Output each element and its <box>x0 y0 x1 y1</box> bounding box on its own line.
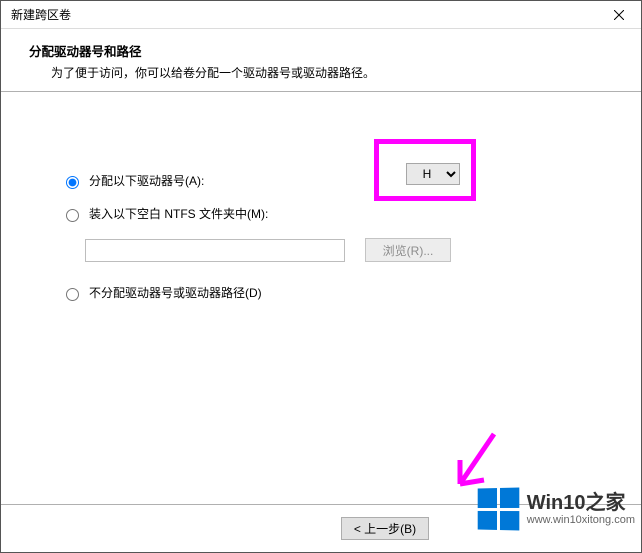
option-assign-text: 分配以下驱动器号(A): <box>89 172 204 189</box>
close-icon <box>614 10 624 20</box>
browse-button[interactable]: 浏览(R)... <box>365 238 451 262</box>
option-assign-row: 分配以下驱动器号(A): <box>61 172 601 189</box>
window-title: 新建跨区卷 <box>11 6 71 23</box>
header-subtitle: 为了便于访问，你可以给卷分配一个驱动器号或驱动器路径。 <box>51 64 621 81</box>
option-mount-radio[interactable] <box>66 209 79 222</box>
option-mount-row: 装入以下空白 NTFS 文件夹中(M): <box>61 205 601 222</box>
option-none-radio[interactable] <box>66 288 79 301</box>
mount-path-row: 浏览(R)... <box>85 238 601 262</box>
mount-path-input[interactable] <box>85 239 345 262</box>
drive-letter-select[interactable]: H <box>406 163 460 185</box>
option-none-text: 不分配驱动器号或驱动器路径(D) <box>89 284 262 301</box>
close-button[interactable] <box>597 1 641 29</box>
content-area: 分配以下驱动器号(A): H 装入以下空白 NTFS 文件夹中(M): 浏览(R… <box>1 92 641 472</box>
back-button[interactable]: < 上一步(B) <box>341 517 429 540</box>
option-mount-text: 装入以下空白 NTFS 文件夹中(M): <box>89 205 268 222</box>
option-assign-radio[interactable] <box>66 176 79 189</box>
wizard-footer: < 上一步(B) 下一步(N) > 取消 <box>1 504 641 552</box>
option-none-row: 不分配驱动器号或驱动器路径(D) <box>61 284 601 301</box>
option-mount-label[interactable]: 装入以下空白 NTFS 文件夹中(M): <box>61 205 268 222</box>
wizard-window: 新建跨区卷 分配驱动器号和路径 为了便于访问，你可以给卷分配一个驱动器号或驱动器… <box>0 0 642 553</box>
titlebar: 新建跨区卷 <box>1 1 641 29</box>
option-none-label[interactable]: 不分配驱动器号或驱动器路径(D) <box>61 284 262 301</box>
header-title: 分配驱动器号和路径 <box>29 41 621 60</box>
wizard-header: 分配驱动器号和路径 为了便于访问，你可以给卷分配一个驱动器号或驱动器路径。 <box>1 29 641 91</box>
option-assign-label[interactable]: 分配以下驱动器号(A): <box>61 172 204 189</box>
